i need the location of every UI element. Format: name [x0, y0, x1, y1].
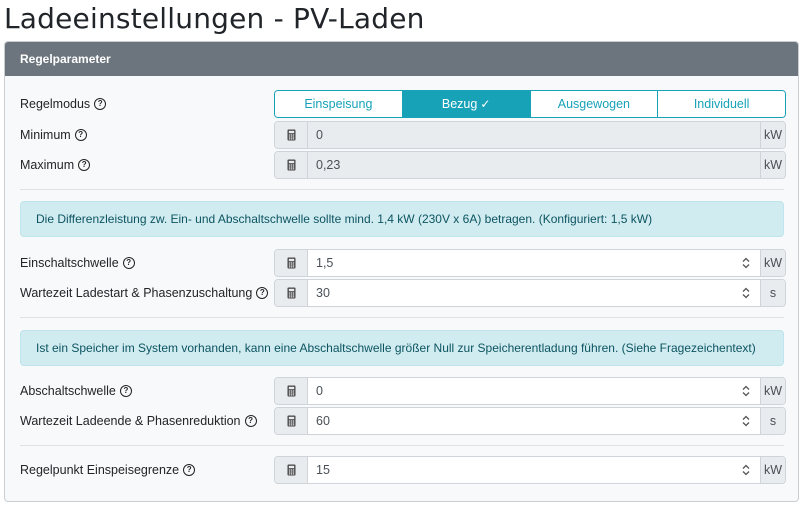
- minimum-unit: kW: [760, 122, 785, 148]
- help-icon[interactable]: ?: [256, 286, 269, 299]
- wartezeit-start-label-text: Wartezeit Ladestart & Phasenzuschaltung: [20, 286, 253, 300]
- einschaltschwelle-input[interactable]: 1,5: [308, 250, 760, 276]
- einschaltschwelle-field: 1,5 kW: [274, 249, 786, 277]
- settings-card: Regelparameter Regelmodus? Einspeisung B…: [4, 41, 799, 502]
- wartezeit-ende-value: 60: [316, 414, 330, 428]
- calculator-icon: [275, 280, 308, 306]
- abschaltschwelle-input[interactable]: 0: [308, 378, 760, 404]
- regelmodus-label-text: Regelmodus: [20, 97, 91, 111]
- abschaltschwelle-unit: kW: [760, 378, 785, 404]
- wartezeit-start-row: Wartezeit Ladestart & Phasenzuschaltung?…: [20, 279, 786, 307]
- minimum-row: Minimum? 0 kW: [20, 121, 786, 149]
- abschaltschwelle-label: Abschaltschwelle?: [20, 377, 132, 405]
- abschaltschwelle-row: Abschaltschwelle? 0 kW: [20, 377, 786, 405]
- mode-ausgewogen-button[interactable]: Ausgewogen: [530, 91, 659, 117]
- calculator-icon: [275, 152, 308, 178]
- check-icon: ✓: [480, 97, 491, 111]
- calculator-icon: [275, 122, 308, 148]
- minimum-input: 0: [308, 122, 760, 148]
- help-icon[interactable]: ?: [74, 128, 87, 141]
- wartezeit-ende-field: 60 s: [274, 407, 786, 435]
- abschaltschwelle-field: 0 kW: [274, 377, 786, 405]
- wartezeit-start-label: Wartezeit Ladestart & Phasenzuschaltung?: [20, 279, 269, 307]
- calculator-icon: [275, 457, 308, 483]
- maximum-row: Maximum? 0,23 kW: [20, 151, 786, 179]
- help-icon[interactable]: ?: [122, 256, 135, 269]
- regelmodus-label: Regelmodus?: [20, 90, 107, 118]
- calculator-icon: [275, 408, 308, 434]
- help-icon[interactable]: ?: [94, 97, 107, 110]
- calculator-icon: [275, 378, 308, 404]
- wartezeit-start-value: 30: [316, 286, 330, 300]
- abschaltschwelle-value: 0: [316, 384, 323, 398]
- regelpunkt-unit: kW: [760, 457, 785, 483]
- wartezeit-start-unit: s: [760, 280, 785, 306]
- mode-bezug-label: Bezug: [441, 97, 478, 111]
- info-alert-speicher: Ist ein Speicher im System vorhanden, ka…: [20, 330, 784, 366]
- minimum-field: 0 kW: [274, 121, 786, 149]
- minimum-label: Minimum?: [20, 121, 87, 149]
- mode-einspeisung-button[interactable]: Einspeisung: [275, 91, 403, 117]
- spin-arrows-icon[interactable]: [742, 385, 750, 397]
- mode-bezug-button[interactable]: Bezug ✓: [402, 91, 531, 117]
- regelpunkt-label-text: Regelpunkt Einspeisegrenze: [20, 463, 180, 477]
- maximum-field: 0,23 kW: [274, 151, 786, 179]
- help-icon[interactable]: ?: [119, 384, 132, 397]
- regelpunkt-value: 15: [316, 463, 330, 477]
- card-header: Regelparameter: [5, 42, 798, 76]
- regelpunkt-label: Regelpunkt Einspeisegrenze?: [20, 456, 196, 484]
- help-icon[interactable]: ?: [78, 158, 91, 171]
- regelpunkt-row: Regelpunkt Einspeisegrenze? 15 kW: [20, 456, 786, 484]
- mode-individuell-button[interactable]: Individuell: [658, 91, 785, 117]
- wartezeit-ende-input[interactable]: 60: [308, 408, 760, 434]
- page-title: Ladeeinstellungen - PV-Laden: [4, 2, 425, 35]
- regelpunkt-input[interactable]: 15: [308, 457, 760, 483]
- maximum-unit: kW: [760, 152, 785, 178]
- minimum-label-text: Minimum: [20, 128, 71, 142]
- maximum-label: Maximum?: [20, 151, 91, 179]
- einschaltschwelle-row: Einschaltschwelle? 1,5 kW: [20, 249, 786, 277]
- spin-arrows-icon[interactable]: [742, 257, 750, 269]
- spin-arrows-icon[interactable]: [742, 464, 750, 476]
- einschaltschwelle-label: Einschaltschwelle?: [20, 249, 135, 277]
- maximum-input: 0,23: [308, 152, 760, 178]
- help-icon[interactable]: ?: [183, 463, 196, 476]
- regelmodus-toggle: Einspeisung Bezug ✓ Ausgewogen Individuel…: [274, 90, 786, 118]
- help-icon[interactable]: ?: [244, 414, 257, 427]
- spin-arrows-icon[interactable]: [742, 287, 750, 299]
- divider: [20, 189, 784, 190]
- divider: [20, 317, 784, 318]
- abschaltschwelle-label-text: Abschaltschwelle: [20, 384, 116, 398]
- wartezeit-start-input[interactable]: 30: [308, 280, 760, 306]
- divider: [20, 445, 784, 446]
- wartezeit-ende-label-text: Wartezeit Ladeende & Phasenreduktion: [20, 414, 241, 428]
- wartezeit-start-field: 30 s: [274, 279, 786, 307]
- einschaltschwelle-label-text: Einschaltschwelle: [20, 256, 119, 270]
- wartezeit-ende-unit: s: [760, 408, 785, 434]
- regelpunkt-field: 15 kW: [274, 456, 786, 484]
- info-alert-differenz: Die Differenzleistung zw. Ein- und Absch…: [20, 201, 784, 237]
- einschaltschwelle-value: 1,5: [316, 256, 334, 270]
- einschaltschwelle-unit: kW: [760, 250, 785, 276]
- regelmodus-row: Regelmodus? Einspeisung Bezug ✓ Ausgewoge…: [20, 90, 786, 118]
- wartezeit-ende-row: Wartezeit Ladeende & Phasenreduktion? 60…: [20, 407, 786, 435]
- maximum-label-text: Maximum: [20, 158, 75, 172]
- spin-arrows-icon[interactable]: [742, 415, 750, 427]
- calculator-icon: [275, 250, 308, 276]
- wartezeit-ende-label: Wartezeit Ladeende & Phasenreduktion?: [20, 407, 257, 435]
